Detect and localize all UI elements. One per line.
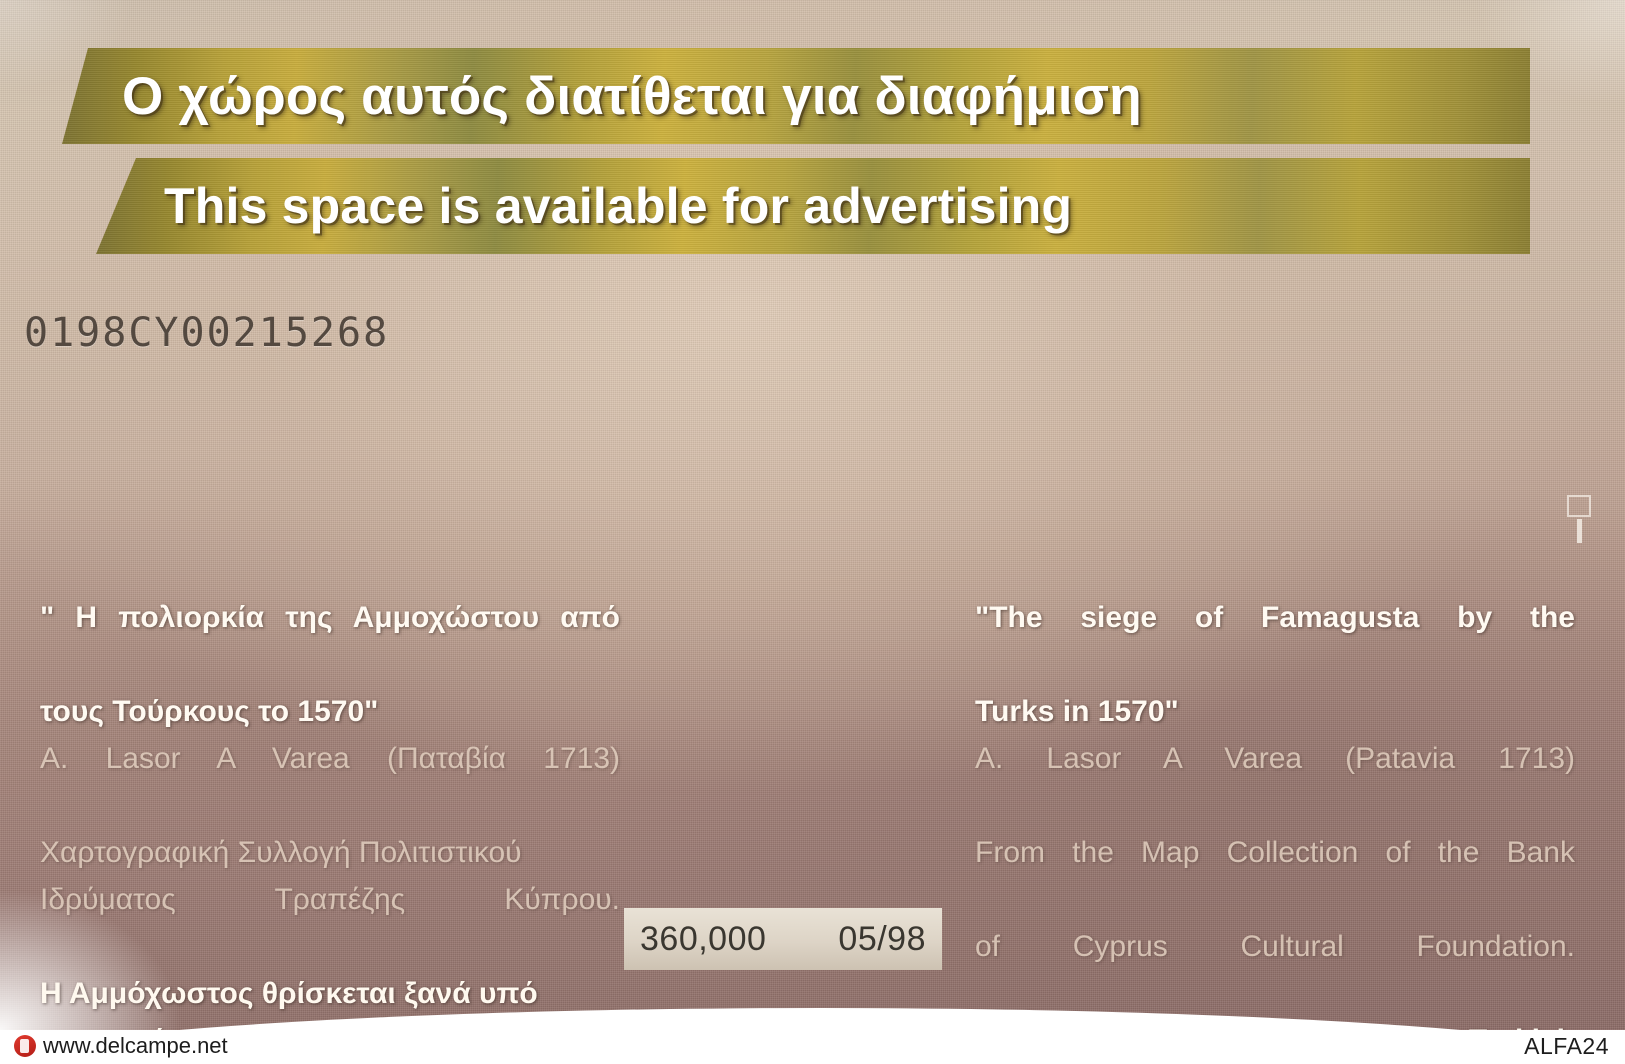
square-glyph: [1567, 495, 1591, 517]
caption-greek-line-2: τους Τούρκους το 1570": [40, 695, 379, 728]
ad-banner-english: This space is available for advertising: [96, 158, 1530, 254]
caption-greek-line-3: A. Lasor A Varea (Παταβία 1713): [40, 742, 620, 775]
square-stem-icon: [1563, 495, 1607, 555]
caption-english-line-5: of Cyprus Cultural Foundation.: [975, 930, 1575, 963]
circulation-plate: 360,000 05/98: [624, 908, 942, 970]
phonecard-image: Ο χώρος αυτός διατίθεται για διαφήμιση T…: [0, 0, 1625, 1064]
caption-column-greek: " Η πολιορκία της Αμμοχώστου από τους Το…: [40, 594, 620, 1064]
caption-column-english: "The siege of Famagusta by the Turks in …: [975, 594, 1575, 1064]
ad-banner-greek: Ο χώρος αυτός διατίθεται για διαφήμιση: [62, 48, 1530, 144]
caption-english-line-3: A. Lasor A Varea (Patavia 1713): [975, 742, 1575, 775]
serial-number: 0198CY00215268: [24, 310, 390, 356]
caption-greek-line-1: " Η πολιορκία της Αμμοχώστου από: [40, 601, 620, 634]
caption-english-line-2: Turks in 1570": [975, 695, 1179, 728]
delcampe-watermark-text: www.delcampe.net: [43, 1033, 228, 1058]
delcampe-logo-icon: [14, 1035, 36, 1057]
stem-glyph: [1577, 519, 1582, 543]
caption-greek-line-6: Η Αμμόχωστος θρίσκεται ξανά υπό: [40, 977, 538, 1010]
caption-english-line-1: "The siege of Famagusta by the: [975, 601, 1575, 634]
footer-watermark-bar: www.delcampe.net ALFA24: [0, 1030, 1625, 1064]
circulation-count: 360,000: [640, 919, 767, 958]
caption-english-line-4: From the Map Collection of the Bank: [975, 836, 1575, 869]
caption-greek-line-5: Ιδρύματος Τραπέζης Κύπρου.: [40, 883, 620, 916]
alfa24-watermark: ALFA24: [1524, 1033, 1609, 1059]
ad-banner-greek-text: Ο χώρος αυτός διατίθεται για διαφήμιση: [122, 66, 1142, 126]
ad-banner-english-text: This space is available for advertising: [164, 178, 1073, 234]
caption-greek-line-4: Χαρτογραφική Συλλογή Πολιτιστικού: [40, 836, 522, 869]
issue-date: 05/98: [838, 919, 926, 958]
delcampe-watermark: www.delcampe.net: [14, 1033, 228, 1059]
